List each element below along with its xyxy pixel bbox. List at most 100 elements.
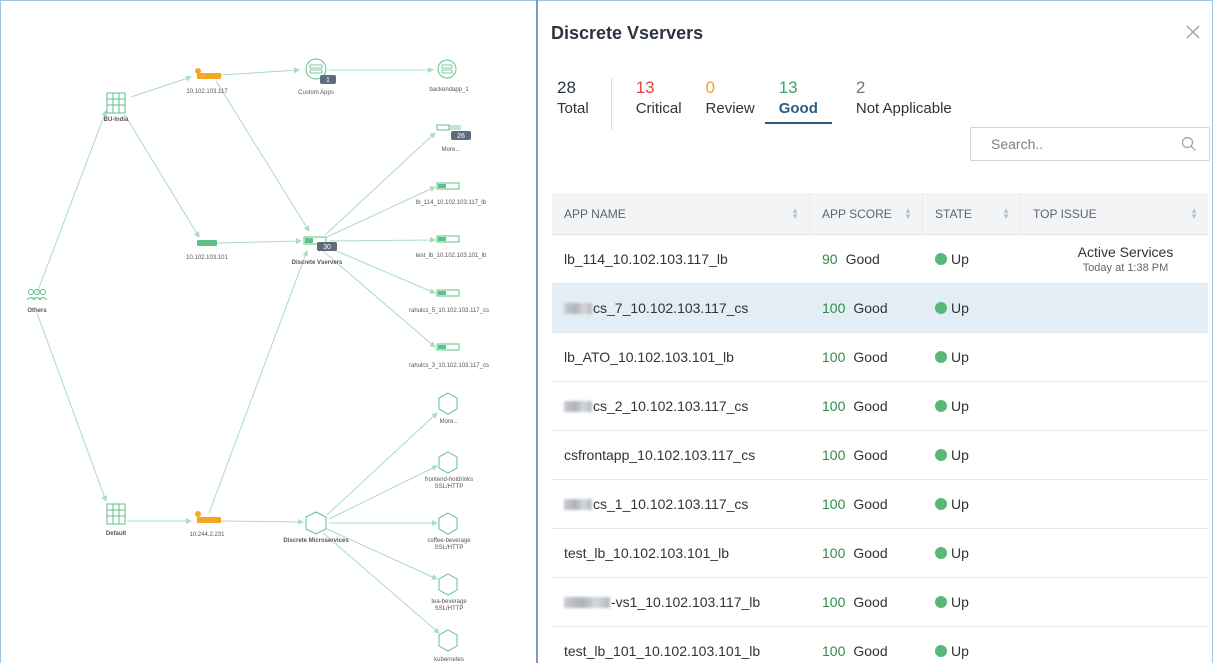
node-label: test_lb_10.102.103.101_lb	[416, 253, 487, 259]
column-header-top-issue[interactable]: TOP ISSUE ▲ ▼	[1021, 193, 1208, 235]
node-more-microservices[interactable]: More...	[438, 392, 459, 425]
table-row[interactable]: test_lb_10.102.103.101_lb 100 Good Up	[552, 529, 1208, 578]
node-more-vservers[interactable]: 26 More...	[436, 124, 471, 153]
app-state: Up	[951, 496, 969, 512]
stat-total[interactable]: 28 Total	[557, 78, 612, 130]
topology-view[interactable]: BU-India 10.102.103.117 1 Custom Apps ba…	[1, 1, 536, 663]
node-label: rahulcs_5_10.102.103.117_cs	[409, 308, 489, 314]
node-others[interactable]: Others	[26, 289, 48, 315]
node-label: frontend-hotdrinks	[425, 477, 473, 483]
app-name[interactable]: test_lb_101_10.102.103.101_lb	[564, 643, 760, 659]
sort-icon[interactable]: ▲ ▼	[1002, 206, 1010, 220]
app-rating: Good	[853, 594, 888, 610]
stat-label: Critical	[635, 100, 682, 117]
stat-critical[interactable]: 13 Critical	[636, 78, 682, 120]
column-header-state[interactable]: STATE ▲ ▼	[923, 192, 1021, 235]
app-rating: Good	[853, 300, 888, 316]
app-state: Up	[951, 349, 969, 365]
redacted-text	[564, 302, 592, 314]
stat-review[interactable]: 0 Review	[706, 78, 755, 120]
stat-label: Review	[705, 100, 755, 117]
node-coffee-beverage[interactable]: coffee-beverage SSL/HTTP	[427, 512, 471, 551]
app-rating: Good	[853, 496, 888, 512]
redacted-text	[564, 400, 592, 412]
app-rating: Good	[853, 398, 888, 414]
table-row[interactable]: lb_114_10.102.103.117_lb 90 Good Up Activ…	[552, 235, 1208, 284]
sort-icon[interactable]: ▲ ▼	[904, 206, 912, 220]
app-rating: Good	[853, 447, 888, 463]
column-header-app-name[interactable]: APP NAME ▲ ▼	[552, 192, 810, 235]
search-box[interactable]	[970, 127, 1210, 161]
app-score: 100	[822, 594, 846, 610]
column-header-app-score[interactable]: APP SCORE ▲ ▼	[810, 192, 923, 235]
node-label: More...	[440, 419, 459, 425]
app-state: Up	[951, 545, 969, 561]
table-row[interactable]: cs_1_10.102.103.117_cs 100 Good Up	[552, 480, 1208, 529]
score-filter-tabs: 28 Total 13 Critical 0 Review 13 Good 2 …	[557, 78, 976, 130]
search-icon[interactable]	[1181, 136, 1197, 152]
column-header-label: STATE	[935, 206, 972, 221]
app-name[interactable]: cs_7_10.102.103.117_cs	[593, 300, 748, 316]
node-label: 10.102.103.101	[186, 255, 228, 261]
close-icon	[1186, 25, 1200, 39]
node-discrete-microservices[interactable]: Discrete Microservices	[283, 511, 349, 544]
node-default[interactable]: Default	[106, 503, 126, 537]
panel-title: Discrete Vservers	[551, 23, 704, 43]
app-name[interactable]: -vs1_10.102.103.117_lb	[611, 594, 760, 610]
node-label: kubernetes	[434, 657, 464, 663]
node-label: Custom Apps	[298, 90, 334, 96]
table-row[interactable]: csfrontapp_10.102.103.117_cs 100 Good Up	[552, 431, 1208, 480]
node-label: lb_114_10.102.103.117_lb	[416, 200, 487, 206]
sort-icon[interactable]: ▲ ▼	[1190, 206, 1198, 220]
app-score: 100	[822, 447, 846, 463]
stat-label: Not Applicable	[855, 100, 952, 117]
app-state: Up	[951, 251, 969, 267]
node-ip-117[interactable]: 10.102.103.117	[186, 68, 228, 95]
table-row[interactable]: cs_7_10.102.103.117_cs 100 Good Up	[552, 284, 1208, 333]
node-tea-beverage[interactable]: tea-beverage SSL/HTTP	[431, 573, 467, 612]
top-issue[interactable]: Active Services	[1078, 244, 1174, 260]
node-ip-244[interactable]: 10.244.2.231	[189, 511, 225, 538]
node-lb-114[interactable]: lb_114_10.102.103.117_lb	[416, 182, 487, 206]
node-protocol: SSL/HTTP	[435, 545, 464, 551]
app-name[interactable]: cs_2_10.102.103.117_cs	[593, 398, 748, 414]
node-label: Others	[27, 308, 47, 314]
close-button[interactable]	[1182, 21, 1204, 43]
badge: 30	[323, 244, 331, 251]
table-row[interactable]: cs_2_10.102.103.117_cs 100 Good Up	[552, 382, 1208, 431]
node-rahulcs-3[interactable]: rahulcs_3_10.102.103.117_cs	[409, 343, 489, 369]
app-name[interactable]: lb_ATO_10.102.103.101_lb	[564, 349, 734, 365]
app-score: 100	[822, 545, 846, 561]
app-name[interactable]: lb_114_10.102.103.117_lb	[564, 251, 728, 267]
status-up-icon	[935, 253, 947, 265]
badge: 26	[457, 133, 465, 140]
topology-graph: BU-India 10.102.103.117 1 Custom Apps ba…	[26, 58, 489, 663]
node-bu-india[interactable]: BU-India	[104, 92, 129, 123]
node-kubernetes[interactable]: kubernetes	[434, 629, 464, 663]
node-custom-apps[interactable]: 1 Custom Apps	[298, 58, 336, 96]
node-rahulcs-5[interactable]: rahulcs_5_10.102.103.117_cs	[409, 289, 489, 314]
node-label: More...	[442, 147, 461, 153]
app-state: Up	[951, 643, 969, 659]
node-label: BU-India	[104, 117, 129, 123]
search-input[interactable]	[991, 136, 1171, 152]
detail-panel: Discrete Vservers 28 Total 13 Critical 0…	[538, 1, 1212, 663]
stat-good[interactable]: 13 Good	[764, 78, 832, 124]
app-score: 100	[822, 349, 846, 365]
table-row[interactable]: -vs1_10.102.103.117_lb 100 Good Up	[552, 578, 1208, 627]
table-row[interactable]: test_lb_101_10.102.103.101_lb 100 Good Up	[552, 627, 1208, 663]
app-name[interactable]: test_lb_10.102.103.101_lb	[564, 545, 729, 561]
stat-not-applicable[interactable]: 2 Not Applicable	[856, 78, 952, 120]
node-test-lb[interactable]: test_lb_10.102.103.101_lb	[416, 235, 487, 259]
node-backendapp[interactable]: backendapp_1	[429, 59, 469, 93]
app-rating: Good	[845, 251, 880, 267]
sort-icon[interactable]: ▲ ▼	[791, 206, 799, 220]
app-name[interactable]: csfrontapp_10.102.103.117_cs	[564, 447, 755, 463]
badge: 1	[326, 77, 330, 84]
app-state: Up	[951, 398, 969, 414]
status-up-icon	[935, 302, 947, 314]
app-name[interactable]: cs_1_10.102.103.117_cs	[593, 496, 748, 512]
table-row[interactable]: lb_ATO_10.102.103.101_lb 100 Good Up	[552, 333, 1208, 382]
app-score: 90	[822, 251, 838, 267]
node-frontend-hotdrinks[interactable]: frontend-hotdrinks SSL/HTTP	[425, 451, 473, 490]
